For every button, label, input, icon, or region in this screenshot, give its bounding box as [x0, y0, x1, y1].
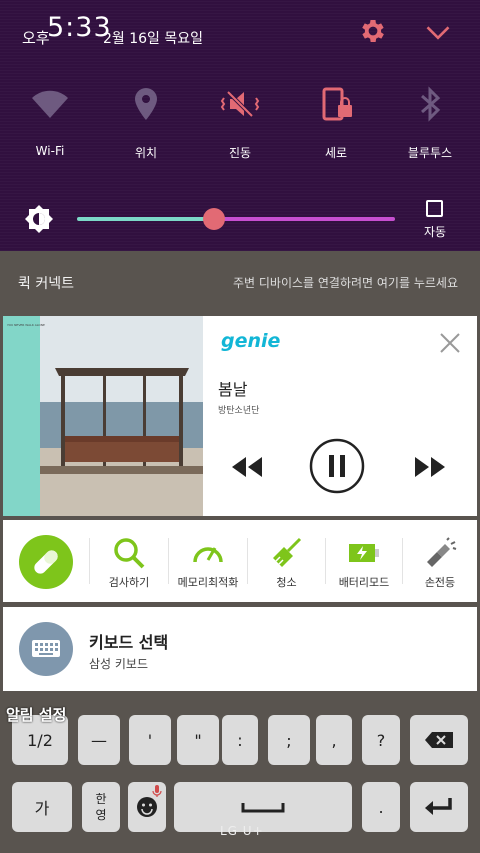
smart-cleaning-button[interactable]: [19, 535, 73, 589]
status-row: 오후 5:33 2월 16일 목요일: [0, 0, 480, 70]
music-notification[interactable]: YOU NEVER WALK ALONE genie 봄날 방탄소년단: [3, 316, 477, 516]
key-ga[interactable]: 가: [12, 782, 72, 832]
notification-subtitle: 삼성 키보드: [89, 657, 149, 671]
space-icon: [241, 803, 285, 813]
tool-memory[interactable]: 메모리최적화: [169, 520, 247, 602]
flashlight-icon: [427, 537, 457, 567]
battery-icon: [349, 544, 379, 562]
key-enter[interactable]: [410, 782, 468, 832]
close-icon[interactable]: [439, 332, 461, 354]
genie-logo: genie: [221, 330, 281, 352]
song-title: 봄날: [218, 380, 248, 399]
key-period[interactable]: .: [362, 782, 400, 832]
search-icon: [114, 538, 145, 569]
previous-track-icon[interactable]: [230, 457, 264, 477]
wifi-icon: [32, 90, 68, 118]
pause-button[interactable]: [309, 438, 365, 494]
rotation-lock-icon: [322, 87, 352, 121]
backspace-icon: [425, 732, 453, 748]
toggle-bluetooth[interactable]: 블루투스: [382, 82, 478, 162]
emoji-icon: [137, 797, 157, 817]
lang-top-label: 한: [95, 792, 107, 806]
toggle-wifi[interactable]: Wi-Fi: [2, 82, 98, 162]
svg-text:YOU NEVER WALK ALONE: YOU NEVER WALK ALONE: [7, 323, 45, 327]
pill-icon: [34, 550, 58, 574]
key-apostrophe[interactable]: ': [129, 715, 171, 765]
ampm-label: 오후: [22, 29, 50, 47]
lang-bottom-label: 영: [95, 808, 107, 822]
tool-label: 메모리최적화: [177, 576, 239, 589]
gear-icon[interactable]: [358, 16, 388, 46]
gauge-icon: [193, 547, 223, 563]
tool-flashlight[interactable]: 손전등: [403, 520, 477, 602]
tool-scan[interactable]: 검사하기: [90, 520, 168, 602]
album-art: YOU NEVER WALK ALONE: [3, 316, 203, 516]
notification-settings-link[interactable]: 알림 설정: [6, 704, 66, 725]
artist-name: 방탄소년단: [218, 406, 260, 416]
chevron-down-icon[interactable]: [424, 18, 452, 46]
tool-battery[interactable]: 배터리모드: [326, 520, 402, 602]
tool-label: 배터리모드: [338, 576, 390, 589]
key-colon[interactable]: :: [222, 715, 258, 765]
quick-connect-title: 퀵 커넥트: [18, 276, 74, 292]
brightness-icon: [25, 205, 53, 233]
carrier-label: LG U+: [220, 824, 264, 838]
quick-connect-bar[interactable]: 퀵 커넥트 주변 디바이스를 연결하려면 여기를 누르세요: [0, 251, 480, 313]
smart-cleaning-notification: 검사하기 메모리최적화 청소 배터리모드 손전등: [3, 520, 477, 602]
tool-clean[interactable]: 청소: [248, 520, 325, 602]
clock: 5:33: [47, 12, 112, 43]
key-language[interactable]: 한 영: [82, 782, 120, 832]
key-backspace[interactable]: [410, 715, 468, 765]
toggle-label: Wi-Fi: [35, 144, 65, 158]
notification-title: 키보드 선택: [89, 633, 169, 652]
enter-icon: [425, 798, 452, 815]
tool-label: 청소: [276, 576, 297, 589]
location-icon: [135, 88, 157, 120]
keyboard-select-notification[interactable]: 키보드 선택 삼성 키보드: [3, 607, 477, 691]
toggle-location[interactable]: 위치: [98, 82, 194, 162]
toggle-label: 위치: [134, 146, 158, 160]
brightness-row: 자동: [0, 190, 480, 250]
key-question[interactable]: ?: [362, 715, 400, 765]
next-track-icon[interactable]: [413, 457, 447, 477]
auto-brightness-label: 자동: [424, 225, 447, 239]
key-dash[interactable]: —: [78, 715, 120, 765]
toggle-rotation[interactable]: 세로: [288, 82, 384, 162]
bluetooth-icon: [421, 86, 441, 122]
quick-connect-hint: 주변 디바이스를 연결하려면 여기를 누르세요: [232, 276, 458, 290]
tool-label: 검사하기: [108, 576, 150, 589]
toggle-vibrate[interactable]: 진동: [192, 82, 288, 162]
mic-icon: [152, 785, 162, 797]
brightness-slider-thumb[interactable]: [202, 208, 225, 230]
key-semicolon[interactable]: ;: [268, 715, 310, 765]
key-quote[interactable]: ": [177, 715, 219, 765]
date-label: 2월 16일 목요일: [103, 31, 204, 47]
toggle-label: 블루투스: [407, 146, 453, 160]
brightness-slider[interactable]: [77, 217, 395, 221]
toggle-label: 세로: [324, 146, 348, 160]
key-comma[interactable]: ,: [316, 715, 352, 765]
quick-settings-panel: 오후 5:33 2월 16일 목요일 Wi-Fi 위치 진동 세로 블루투스 자…: [0, 0, 480, 251]
keyboard-icon: [19, 622, 73, 676]
vibrate-icon: [220, 90, 260, 118]
toggle-label: 진동: [228, 146, 252, 160]
tool-label: 손전등: [424, 576, 456, 589]
quick-toggles: Wi-Fi 위치 진동 세로 블루투스: [0, 82, 480, 162]
broom-icon: [272, 537, 301, 567]
auto-brightness-checkbox[interactable]: [426, 200, 443, 217]
